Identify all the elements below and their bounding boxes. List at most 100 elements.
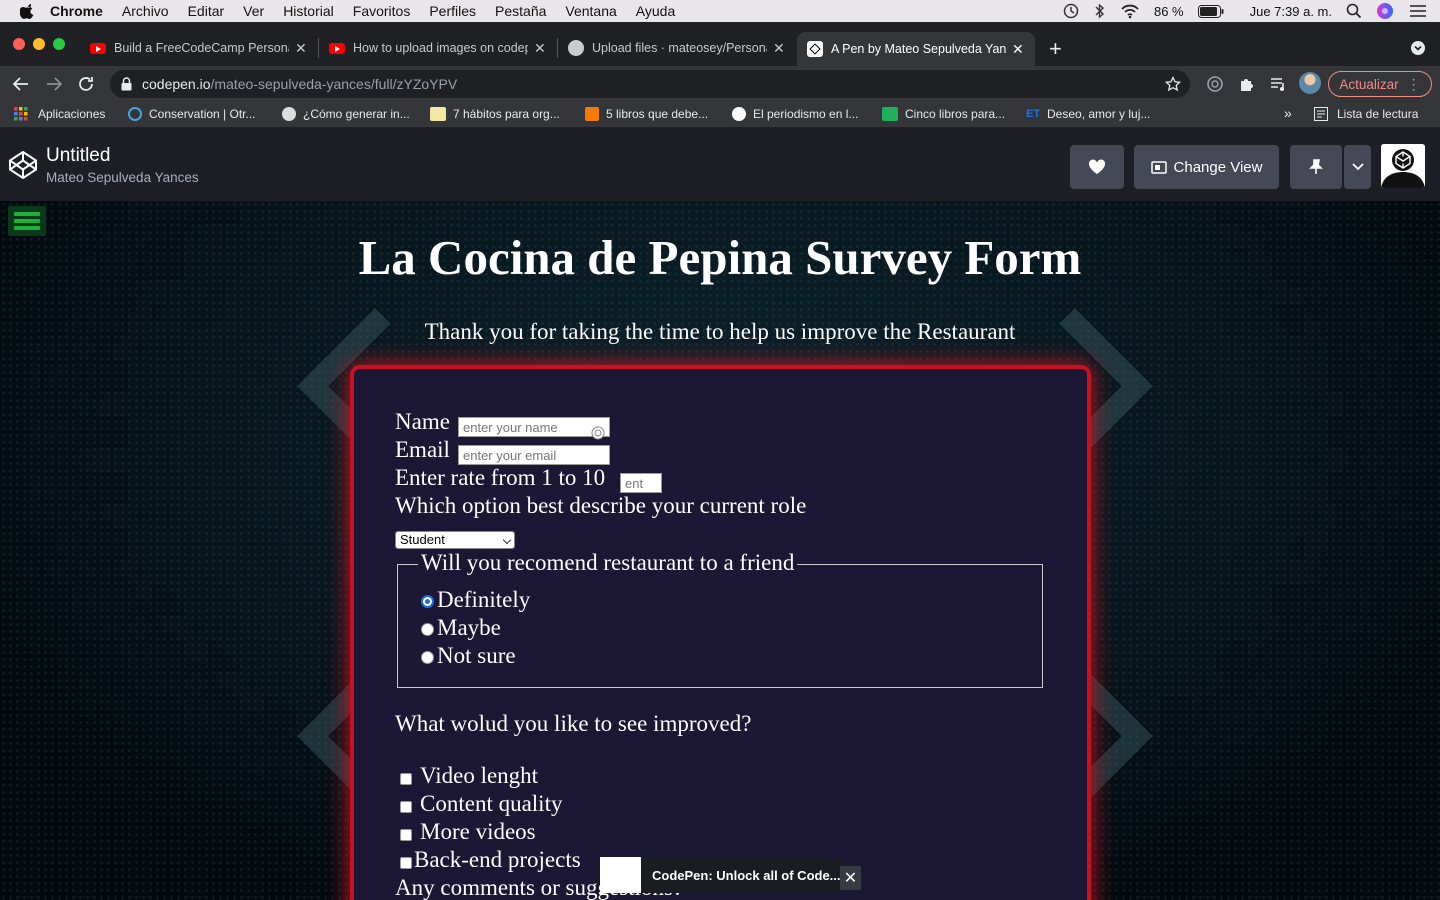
checkbox-label[interactable]: More videos (420, 819, 536, 845)
puzzle-extensions-icon[interactable] (1238, 75, 1256, 93)
apple-icon[interactable] (20, 3, 36, 19)
window-minimize-button[interactable] (33, 38, 45, 50)
profile-avatar[interactable] (1299, 72, 1321, 94)
menu-item[interactable]: Archivo (122, 3, 169, 19)
change-view-button[interactable]: Change View (1134, 145, 1279, 189)
radio-maybe[interactable] (421, 623, 434, 636)
bluetooth-icon[interactable] (1094, 3, 1106, 19)
pen-author[interactable]: Mateo Sepulveda Yances (46, 170, 199, 185)
pin-button[interactable] (1290, 145, 1342, 189)
browser-tab[interactable]: Upload files · mateosey/Personal ✕ (560, 33, 792, 63)
window-zoom-button[interactable] (53, 38, 65, 50)
battery-percent: 86 % (1153, 3, 1184, 19)
control-center-icon[interactable] (1408, 3, 1428, 19)
forward-arrow-icon[interactable] (45, 75, 63, 93)
bookmark-item[interactable]: Cinco libros para... (882, 107, 1005, 121)
rate-input[interactable]: ent (620, 473, 662, 493)
close-tab-icon[interactable]: ✕ (295, 40, 307, 57)
email-input[interactable]: enter your email (458, 445, 610, 465)
role-dropdown[interactable]: Student (395, 531, 515, 549)
bookmark-star-icon[interactable] (1165, 76, 1181, 92)
user-avatar[interactable] (1381, 144, 1425, 188)
menu-item[interactable]: Editar (188, 3, 225, 19)
checkbox-label[interactable]: Content quality (420, 791, 562, 817)
like-button[interactable] (1070, 145, 1124, 189)
extension-icon[interactable] (1206, 75, 1224, 93)
browser-tab-active[interactable]: A Pen by Mateo Sepulveda Yances ✕ (797, 32, 1035, 66)
close-tab-icon[interactable]: ✕ (1012, 41, 1024, 58)
globe-icon (282, 107, 296, 121)
clock[interactable]: Jue 7:39 a. m. (1250, 4, 1332, 19)
menu-item[interactable]: Perfiles (429, 3, 476, 19)
youtube-icon (329, 42, 345, 54)
radio-label[interactable]: Definitely (437, 587, 530, 613)
menu-item[interactable]: Favoritos (353, 3, 411, 19)
bookmark-item[interactable]: ET Deseo, amor y luj... (1026, 107, 1150, 121)
heart-icon (1088, 159, 1106, 174)
browser-tab[interactable]: Build a FreeCodeCamp Personal ✕ (82, 33, 314, 63)
codepen-header: Untitled Mateo Sepulveda Yances Change V… (0, 128, 1440, 201)
menu-item[interactable]: Pestaña (495, 3, 546, 19)
close-tab-icon[interactable]: ✕ (534, 40, 546, 57)
bookmark-apps[interactable]: Aplicaciones (14, 107, 105, 121)
codepen-logo-icon[interactable] (8, 150, 38, 180)
reading-list-button[interactable]: Lista de lectura (1314, 107, 1418, 121)
spotlight-search-icon[interactable] (1346, 3, 1362, 19)
siri-icon[interactable] (1376, 2, 1394, 20)
codepen-toast[interactable]: CodePen: Unlock all of Code... (600, 857, 842, 893)
menu-item[interactable]: Historial (283, 3, 334, 19)
tab-search-icon[interactable] (1410, 40, 1426, 56)
battery-icon[interactable] (1197, 4, 1224, 18)
bookmark-item[interactable]: 7 hábitos para org... (430, 107, 560, 121)
bookmark-favicon-icon (882, 107, 898, 121)
window-close-button[interactable] (13, 38, 25, 50)
update-label: Actualizar (1339, 76, 1399, 92)
password-key-icon[interactable] (591, 426, 605, 440)
avatar-image (1381, 144, 1425, 188)
media-queue-icon[interactable] (1269, 75, 1287, 93)
checkbox-back-end-projects[interactable] (400, 857, 412, 869)
toast-close-icon[interactable]: ✕ (840, 866, 861, 890)
checkbox-content-quality[interactable] (400, 801, 412, 813)
browser-tab[interactable]: How to upload images on codepen ✕ (321, 33, 553, 63)
reload-icon[interactable] (77, 75, 95, 93)
more-bookmarks-button[interactable]: » (1284, 105, 1292, 121)
bookmark-item[interactable]: ¿Cómo generar in... (282, 107, 410, 121)
lock-icon[interactable] (121, 77, 132, 91)
more-menu-icon[interactable]: ⋮ (1407, 77, 1421, 91)
wifi-icon[interactable] (1120, 3, 1140, 19)
tab-label: Build a FreeCodeCamp Personal (114, 41, 289, 55)
bookmark-label: El periodismo en l... (753, 107, 859, 121)
bookmark-item[interactable]: El periodismo en l... (732, 107, 858, 121)
menu-item[interactable]: Ver (243, 3, 264, 19)
radio-label[interactable]: Maybe (437, 615, 501, 641)
menu-item[interactable]: Ayuda (636, 3, 675, 19)
pen-title[interactable]: Untitled (46, 145, 110, 167)
new-tab-icon[interactable]: + (1049, 36, 1062, 62)
bookmark-item[interactable]: 5 libros que debe... (585, 107, 708, 121)
reading-list-label: Lista de lectura (1337, 107, 1419, 121)
tab-separator (318, 38, 319, 58)
update-chrome-button[interactable]: Actualizar ⋮ (1328, 71, 1432, 97)
tab-label: How to upload images on codepen (353, 41, 528, 55)
address-bar[interactable]: codepen.io/mateo-sepulveda-yances/full/z… (110, 70, 1190, 98)
close-tab-icon[interactable]: ✕ (773, 40, 785, 57)
checkbox-label[interactable]: Back-end projects (414, 847, 581, 873)
checkbox-label[interactable]: Video lenght (420, 763, 538, 789)
time-machine-icon[interactable] (1062, 2, 1080, 20)
back-arrow-icon[interactable] (12, 75, 30, 93)
radio-not-sure[interactable] (421, 651, 434, 664)
bookmark-item[interactable]: Conservation | Otr... (128, 107, 256, 121)
checkbox-video-length[interactable] (400, 773, 412, 785)
menu-app-name[interactable]: Chrome (50, 3, 103, 19)
browser-toolbar: codepen.io/mateo-sepulveda-yances/full/z… (0, 66, 1440, 102)
bookmark-favicon-icon (128, 107, 142, 121)
radio-label[interactable]: Not sure (437, 643, 516, 669)
pin-dropdown-button[interactable] (1344, 145, 1371, 189)
checkbox-more-videos[interactable] (400, 829, 412, 841)
survey-form: Name enter your name Email enter your em… (354, 369, 1087, 900)
radio-definitely[interactable] (421, 595, 434, 608)
name-input[interactable]: enter your name (458, 417, 610, 437)
menu-item[interactable]: Ventana (565, 3, 616, 19)
bookmark-label: 5 libros que debe... (606, 107, 709, 121)
